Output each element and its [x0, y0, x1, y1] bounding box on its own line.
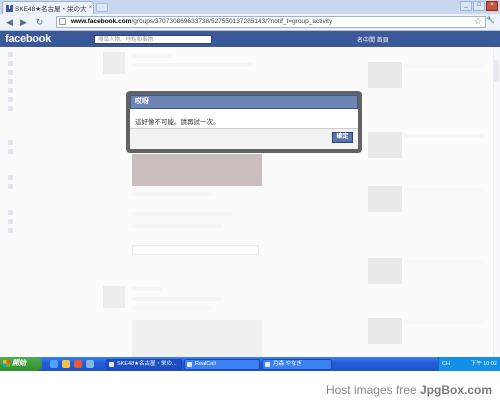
facebook-logo[interactable]: facebook: [5, 33, 51, 45]
facebook-user-link[interactable]: 名中間 首頁: [357, 35, 389, 44]
maximize-button[interactable]: □: [473, 1, 485, 11]
quicklaunch-app-icon[interactable]: [74, 360, 82, 368]
minimize-button[interactable]: _: [460, 1, 472, 11]
watermark-brand[interactable]: JpgBox.com: [420, 383, 492, 397]
reload-icon[interactable]: ↻: [34, 17, 45, 28]
forward-icon[interactable]: ▶: [18, 17, 29, 28]
browser-tab[interactable]: f SKE48★名古屋・栄の大 ×: [2, 1, 94, 14]
tab-close-icon[interactable]: ×: [89, 5, 93, 11]
facebook-header: [0, 31, 500, 47]
address-bar[interactable]: www.facebook.com/groups/370730869633738/…: [56, 16, 486, 28]
tab-title: SKE48★名古屋・栄の大: [15, 6, 87, 13]
new-tab-button[interactable]: [96, 3, 108, 12]
taskbar-task-chat[interactable]: 月森 やなぎ: [262, 359, 332, 370]
quicklaunch-desktop-icon[interactable]: [86, 360, 94, 368]
dialog-title: 哎呀: [130, 95, 358, 109]
watermark-prefix: Host images free: [325, 383, 420, 397]
back-icon[interactable]: ◀: [4, 17, 15, 28]
dialog-ok-button[interactable]: 確定: [332, 132, 353, 143]
taskbar-task-browser[interactable]: SKE48★名古屋・栄の...: [106, 359, 182, 370]
windows-logo-icon: [3, 360, 10, 367]
input-language[interactable]: CH: [439, 361, 450, 367]
dialog-message: 這好像不可能。請再試一次。: [135, 119, 220, 126]
close-window-button[interactable]: ×: [486, 1, 498, 11]
facebook-search-input[interactable]: 搜尋人物、地點和事物: [94, 35, 212, 44]
page-icon: [59, 18, 66, 25]
facebook-favicon-icon: f: [6, 4, 13, 12]
system-tray: CH 下午 10:02: [438, 357, 500, 371]
wrench-menu-icon[interactable]: 🔧: [486, 16, 495, 24]
clock[interactable]: 下午 10:02: [471, 357, 497, 371]
bookmark-star-icon[interactable]: ☆: [474, 16, 482, 27]
url-path: /groups/370730869633738/527550137285143/…: [131, 18, 333, 25]
quicklaunch-folder-icon[interactable]: [62, 360, 70, 368]
quicklaunch-ie-icon[interactable]: [50, 360, 58, 368]
dialog-footer: [130, 128, 358, 149]
window-controls: _ □ ×: [460, 1, 498, 11]
taskbar-task-realcall[interactable]: RealCall: [184, 359, 260, 370]
url-host: www.facebook.com: [71, 18, 132, 25]
watermark: Host images free JpgBox.com: [326, 383, 492, 397]
